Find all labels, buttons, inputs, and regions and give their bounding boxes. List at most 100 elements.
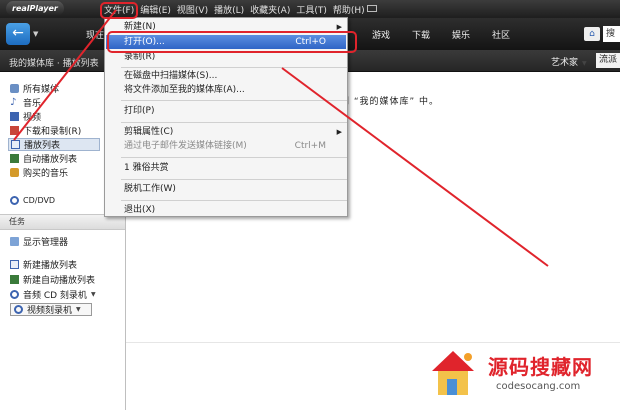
menu-edit[interactable]: 编辑(E) [140,3,171,16]
history-dropdown-icon[interactable]: ▼ [33,30,38,38]
sidebar-item-label: 音乐 [23,99,42,109]
download-icon [10,126,19,135]
sidebar-item-auto-playlists[interactable]: 自动播放列表 [10,152,77,165]
menu-separator [121,200,347,201]
sidebar-item-label: 购买的音乐 [23,169,69,179]
annotation-file-menu-highlight [100,2,138,19]
file-menu-add-to-library[interactable]: 将文件添加至我的媒体库(A)... [106,83,346,97]
task-new-auto-playlist[interactable]: 新建自动播放列表 [10,273,95,286]
task-video-burner[interactable]: 视频刻录机 ▼ [10,303,92,316]
menu-separator [121,157,347,158]
file-menu-print[interactable]: 打印(P) [106,104,346,118]
mail-icon[interactable] [367,5,377,12]
menu-play[interactable]: 播放(L) [214,3,244,16]
sidebar-item-video[interactable]: 视频 [10,110,41,123]
nav-now-tab[interactable]: 现在 [86,28,104,41]
menu-separator [121,122,347,123]
artist-view-button[interactable]: 艺术家 ▼ [551,55,587,68]
sidebar-item-label: CD/DVD [23,196,56,205]
task-new-playlist[interactable]: 新建播放列表 [10,258,77,271]
task-label: 新建播放列表 [23,261,78,271]
file-menu-exit[interactable]: 退出(X) [106,203,346,217]
tab-downloads[interactable]: 下载 [412,28,430,41]
menu-separator [121,100,347,101]
burn-icon [10,290,19,299]
chevron-down-icon: ▼ [76,306,81,313]
file-menu-clip-properties[interactable]: 剪辑属性(C) ▶ [106,125,346,139]
sidebar-item-playlists[interactable]: 播放列表 [8,138,100,151]
menu-tools[interactable]: 工具(T) [296,3,327,16]
submenu-arrow-icon: ▶ [336,128,342,136]
file-menu-work-offline[interactable]: 脱机工作(W) [106,182,346,196]
menu-item-label: 通过电子邮件发送媒体链接(M) [124,141,247,151]
menu-separator [121,67,347,68]
task-label: 视频刻录机 [27,306,73,316]
new-auto-playlist-icon [10,275,19,284]
artist-view-label: 艺术家 [551,58,579,68]
chevron-down-icon: ▼ [582,60,587,67]
file-menu-recent-1[interactable]: 1 雅俗共赏 [106,161,346,175]
menu-favorites[interactable]: 收藏夹(A) [250,3,290,16]
menu-item-label: 录制(R) [124,52,156,62]
sidebar-item-downloads[interactable]: 下载和录制(R) [10,124,81,137]
video-icon [10,112,19,121]
menu-item-shortcut: Ctrl+M [294,141,326,151]
genre-view-button[interactable]: 流派 [596,53,620,68]
empty-library-message: 到 “我的媒体库” 中。 [340,97,440,107]
tab-games[interactable]: 游戏 [372,28,390,41]
menu-item-label: 打印(P) [124,106,155,116]
nav-tabs: 游戏 下载 娱乐 社区 [372,28,532,41]
task-audio-cd-burner[interactable]: 音频 CD 刻录机 ▼ [10,288,96,301]
realplayer-logo[interactable]: realPlayer [6,1,64,16]
sidebar-item-purchased-music[interactable]: 购买的音乐 [10,166,68,179]
menu-item-label: 将文件添加至我的媒体库(A)... [124,85,245,95]
back-arrow-icon: ← [12,25,24,41]
annotation-open-item-highlight [107,31,357,53]
menu-item-label: 退出(X) [124,205,156,215]
menu-item-label: 脱机工作(W) [124,184,176,194]
title-bar: realPlayer 文件(F) 编辑(E) 视图(V) 播放(L) 收藏夹(A… [0,0,620,18]
tab-community[interactable]: 社区 [492,28,510,41]
watermark: 源码搜藏网 codesocang.com [400,345,620,410]
sidebar-item-label: 下载和录制(R) [23,127,82,137]
task-show-manager[interactable]: 显示管理器 [10,235,68,248]
chevron-down-icon: ▼ [90,291,96,298]
sidebar-item-all-media[interactable]: 所有媒体 [10,82,59,95]
sidebar-item-label: 播放列表 [24,141,61,151]
purchased-music-icon [10,168,19,177]
breadcrumb[interactable]: 我的媒体库 · 播放列表 [9,56,99,69]
cd-icon [10,196,19,205]
sidebar-item-label: 视频 [23,113,42,123]
divider [126,342,620,343]
sidebar-item-music[interactable]: ♪ 音乐 [10,96,42,110]
watermark-title: 源码搜藏网 [488,355,593,379]
house-logo-icon [432,351,474,395]
sidebar-item-label: 自动播放列表 [23,155,78,165]
watermark-url: codesocang.com [496,381,581,392]
new-playlist-icon [10,260,19,269]
music-icon: ♪ [10,97,17,108]
menu-separator [121,179,347,180]
task-label: 显示管理器 [23,238,69,248]
menu-bar: 文件(F) 编辑(E) 视图(V) 播放(L) 收藏夹(A) 工具(T) 帮助(… [104,0,371,18]
menu-item-label: 剪辑属性(C) [124,127,174,137]
home-icon[interactable]: ⌂ [584,27,600,41]
playlist-icon [11,140,20,149]
task-label: 音频 CD 刻录机 [23,291,87,301]
file-menu-scan-disk[interactable]: 在磁盘中扫描媒体(S)... [106,69,346,83]
media-icon [10,84,19,93]
sidebar-item-cd-dvd[interactable]: CD/DVD [10,194,55,207]
video-burn-icon [14,305,23,314]
menu-help[interactable]: 帮助(H) [333,3,365,16]
search-input[interactable]: 搜 [603,26,620,42]
folder-icon [10,237,19,246]
tab-entertainment[interactable]: 娱乐 [452,28,470,41]
menu-item-label: 1 雅俗共赏 [124,163,169,173]
sidebar-item-label: 所有媒体 [23,85,60,95]
back-button[interactable]: ← [6,23,30,45]
task-label: 新建自动播放列表 [23,276,96,286]
menu-item-label: 在磁盘中扫描媒体(S)... [124,71,218,81]
auto-playlist-icon [10,154,19,163]
file-menu-email-link: 通过电子邮件发送媒体链接(M) Ctrl+M [106,139,346,153]
menu-view[interactable]: 视图(V) [177,3,208,16]
